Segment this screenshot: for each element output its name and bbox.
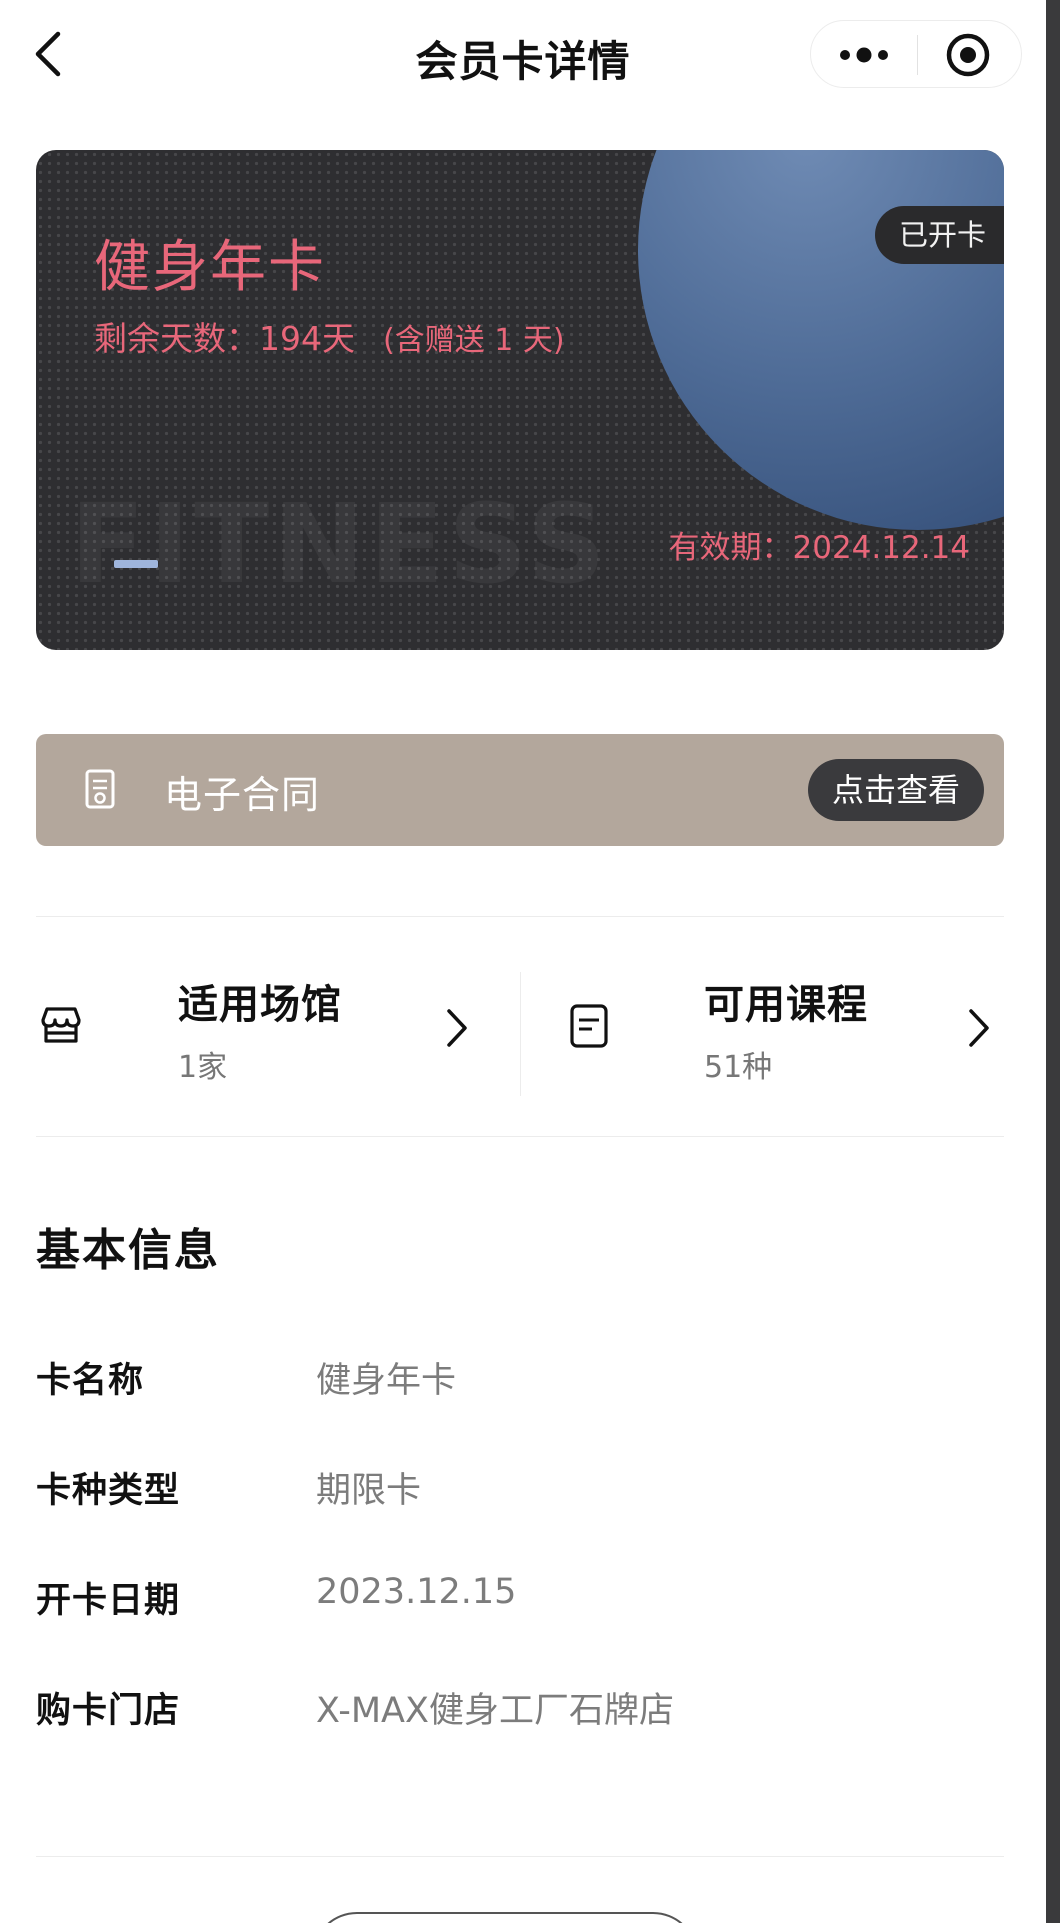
info-row-card-name: 卡名称 健身年卡 (36, 1352, 1004, 1412)
remaining-days: 剩余天数：194天 (含赠送 1 天) (94, 312, 565, 360)
courses-title: 可用课程 (704, 982, 868, 1028)
bonus-days-note: (含赠送 1 天) (383, 323, 565, 358)
divider (36, 916, 1004, 917)
more-button[interactable] (811, 21, 917, 87)
contract-document-icon (85, 769, 115, 809)
chevron-right-icon (969, 1009, 989, 1047)
edge-strip (1046, 0, 1060, 1923)
store-icon (41, 1007, 81, 1043)
info-label: 卡名称 (36, 1361, 145, 1401)
member-card-detail-page: 会员卡详情 FITNESS 已开卡 健身年卡 剩余天数：194天 (含赠送 1 … (0, 0, 1060, 1923)
view-contract-button[interactable]: 点击查看 (807, 759, 984, 821)
applicable-venues-link[interactable]: 适用场馆 1家 (36, 918, 520, 1136)
info-row-purchase-store: 购卡门店 X-MAX健身工厂石牌店 (36, 1682, 1004, 1742)
info-value: X-MAX健身工厂石牌店 (316, 1691, 674, 1731)
membership-card: FITNESS 已开卡 健身年卡 剩余天数：194天 (含赠送 1 天) 有效期：… (36, 150, 1004, 650)
card-status-badge: 已开卡 (874, 206, 1004, 264)
divider (36, 1136, 1004, 1137)
venues-count: 1家 (178, 1050, 228, 1085)
card-name: 健身年卡 (94, 235, 326, 300)
courses-count: 51种 (704, 1050, 773, 1085)
info-value: 2023.12.15 (316, 1572, 517, 1612)
divider (36, 1856, 1004, 1857)
document-icon (570, 1004, 608, 1048)
venues-title: 适用场馆 (178, 982, 342, 1028)
target-circle-icon (946, 33, 990, 77)
info-value: 期限卡 (316, 1471, 422, 1511)
navigation-bar: 会员卡详情 (0, 0, 1046, 110)
bottom-action-button[interactable] (312, 1912, 698, 1923)
mini-program-capsule (810, 20, 1022, 88)
card-validity: 有效期：2024.12.14 (668, 530, 971, 566)
info-row-card-type: 卡种类型 期限卡 (36, 1462, 1004, 1522)
more-dots-icon (840, 47, 888, 63)
info-label: 卡种类型 (36, 1471, 181, 1511)
card-accent-bar (114, 560, 158, 568)
info-value: 健身年卡 (316, 1361, 457, 1401)
info-label: 开卡日期 (36, 1581, 181, 1621)
remaining-days-text: 剩余天数：194天 (94, 319, 355, 358)
info-row-open-date: 开卡日期 2023.12.15 (36, 1572, 1004, 1632)
chevron-right-icon (447, 1009, 467, 1047)
available-courses-link[interactable]: 可用课程 51种 (520, 918, 1004, 1136)
contract-label: 电子合同 (164, 773, 321, 817)
close-miniprogram-button[interactable] (918, 21, 1022, 87)
card-watermark: FITNESS (70, 480, 610, 608)
info-label: 购卡门店 (36, 1691, 181, 1731)
electronic-contract-bar[interactable]: 电子合同 点击查看 (36, 734, 1004, 846)
basic-info-title: 基本信息 (36, 1225, 220, 1276)
